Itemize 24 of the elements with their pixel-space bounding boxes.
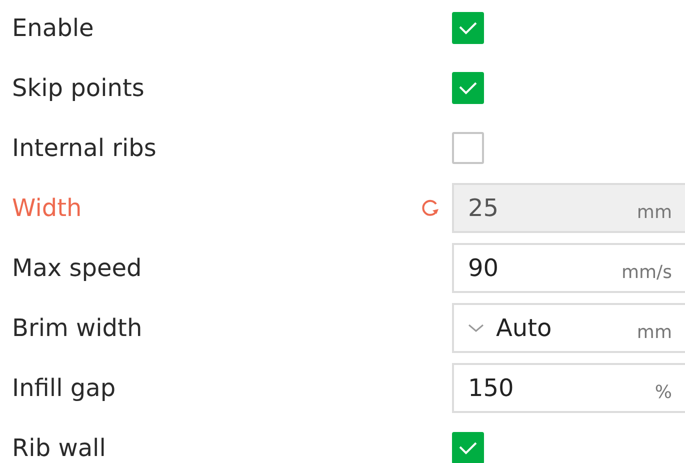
input-field[interactable]: 150 % [452, 363, 685, 413]
unit-label: % [654, 380, 672, 404]
setting-label: Max speed [11, 253, 143, 284]
unit-label: mm/s [621, 260, 672, 284]
setting-label: Skip points [11, 73, 146, 104]
dropdown-field[interactable]: Auto mm [452, 303, 685, 353]
checkbox[interactable] [452, 432, 484, 463]
check-icon [458, 21, 478, 35]
checkbox[interactable] [452, 132, 484, 164]
setting-label: Enable [11, 13, 95, 44]
input-field: 25 mm [452, 183, 685, 233]
setting-label: Brim width [11, 313, 144, 344]
setting-label: Infill gap [11, 373, 117, 404]
unit-label: mm [636, 200, 672, 224]
caret-icon [468, 323, 484, 333]
check-icon [458, 441, 478, 455]
checkbox[interactable] [452, 72, 484, 104]
setting-label: Width [11, 193, 83, 224]
checkbox[interactable] [452, 12, 484, 44]
setting-label: Rib wall [11, 433, 107, 463]
setting-label: Internal ribs [11, 133, 158, 164]
unit-label: mm [636, 320, 672, 344]
check-icon [458, 81, 478, 95]
input-field[interactable]: 90 mm/s [452, 243, 685, 293]
